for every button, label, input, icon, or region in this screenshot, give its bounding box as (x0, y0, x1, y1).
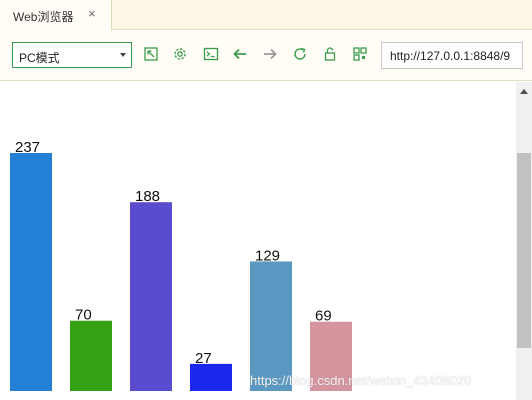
watermark: https://blog.csdn.net/weixin_43408020 (250, 373, 472, 388)
bar-value-label-4: 27 (195, 350, 212, 367)
settings-gear-icon[interactable] (172, 46, 188, 62)
bar-value-label-6: 69 (315, 308, 332, 325)
tab-web-browser[interactable]: Web浏览器 × (0, 0, 112, 31)
bar-1 (10, 153, 52, 391)
forward-arrow-icon[interactable] (262, 46, 278, 62)
back-arrow-icon[interactable] (232, 46, 248, 62)
vertical-scrollbar[interactable] (516, 82, 532, 400)
console-icon[interactable] (203, 46, 219, 62)
address-bar[interactable]: http://127.0.0.1:8848/9 (381, 42, 523, 69)
bar-value-label-1: 237 (15, 139, 40, 156)
bar-5 (250, 261, 292, 391)
chevron-down-icon (120, 53, 126, 57)
mode-select[interactable]: PC模式 (12, 42, 132, 68)
lock-icon[interactable] (322, 46, 338, 62)
qr-code-icon[interactable] (352, 46, 368, 62)
tab-bar: Web浏览器 × (0, 0, 532, 31)
address-bar-url: http://127.0.0.1:8848/9 (390, 49, 511, 63)
bar-4 (190, 363, 232, 391)
scroll-up-arrow-icon[interactable] (520, 89, 528, 94)
scroll-thumb[interactable] (517, 153, 531, 348)
bar-chart: 237 70 188 27 129 69 (10, 139, 352, 391)
bar-value-label-2: 70 (75, 307, 92, 324)
resize-icon[interactable] (143, 46, 159, 62)
bar-value-label-5: 129 (255, 247, 280, 264)
bar-2 (70, 320, 112, 391)
tab-close-icon[interactable]: × (88, 7, 96, 21)
page-content: 237 70 188 27 129 69 (0, 82, 516, 400)
browser-toolbar: PC模式 http://127.0.0.1:8848/9 (0, 31, 532, 81)
bar-value-label-3: 188 (135, 188, 160, 205)
mode-select-value: PC模式 (19, 51, 60, 65)
bar-3 (130, 202, 172, 391)
browser-window: Web浏览器 × PC模式 http://127.0.0.1:8848/9 23… (0, 0, 532, 400)
refresh-icon[interactable] (292, 46, 308, 62)
tab-title: Web浏览器 (13, 10, 74, 24)
